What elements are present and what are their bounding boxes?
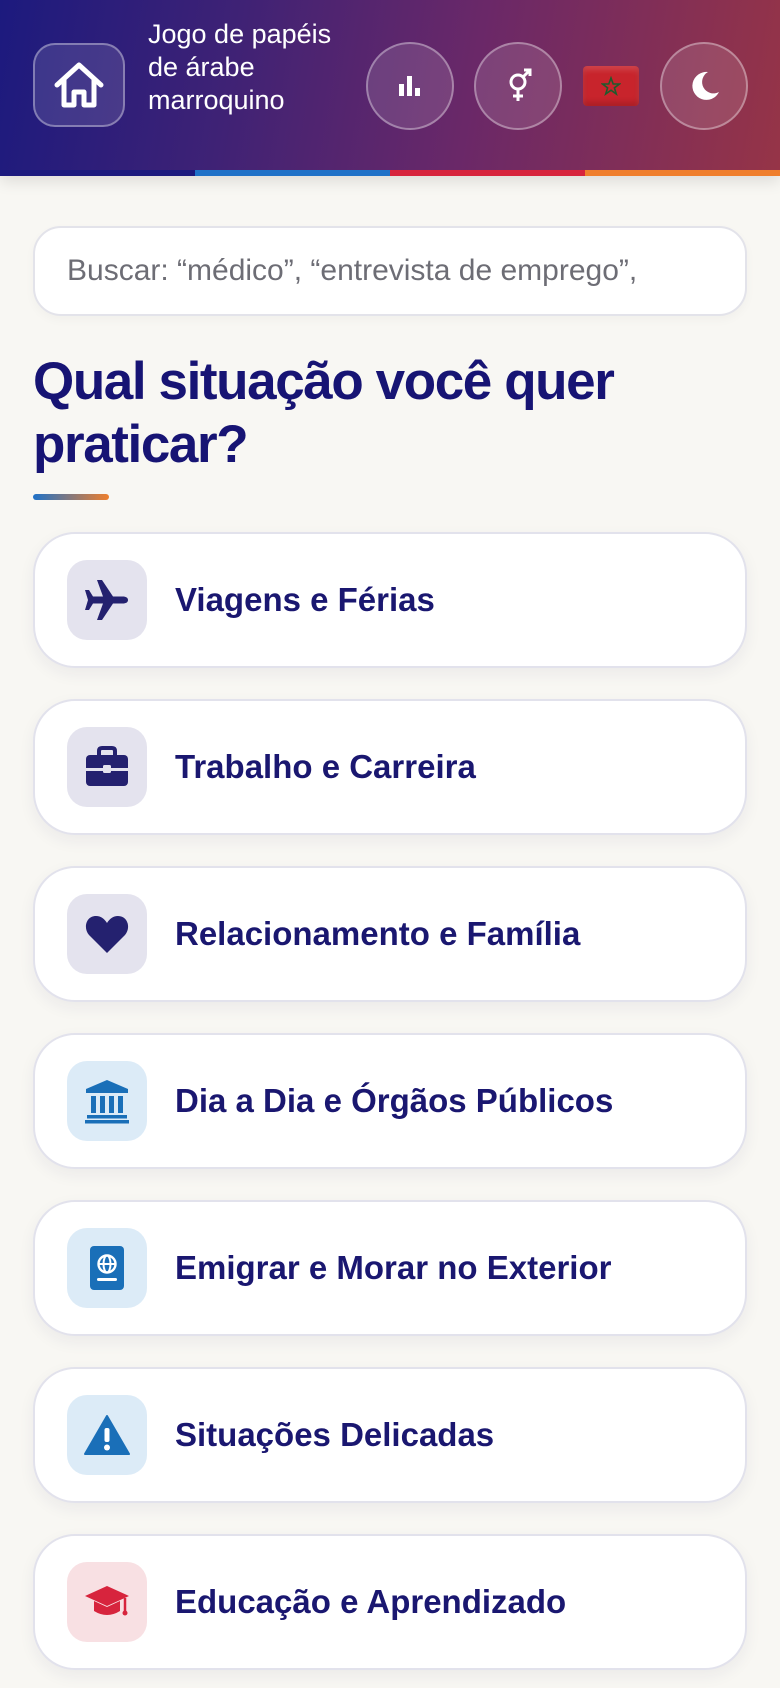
briefcase-icon <box>86 746 128 786</box>
category-label: Dia a Dia e Órgãos Públicos <box>175 1082 614 1119</box>
app-title: Jogo de papéis de árabe marroquino <box>148 19 332 115</box>
icon-box <box>67 1061 147 1141</box>
category-label: Situações Delicadas <box>175 1416 495 1453</box>
airplane-icon <box>85 580 128 620</box>
theme-toggle-button[interactable] <box>660 42 748 130</box>
gender-button[interactable] <box>474 42 562 130</box>
warning-icon <box>84 1415 130 1455</box>
icon-box <box>67 1562 147 1642</box>
icon-box <box>67 727 147 807</box>
icon-box <box>67 894 147 974</box>
category-card-emigrate[interactable]: Emigrar e Morar no Exterior <box>33 1200 747 1336</box>
category-card-education[interactable]: Educação e Aprendizado <box>33 1534 747 1670</box>
category-card-work[interactable]: Trabalho e Carreira <box>33 699 747 835</box>
icon-box <box>67 1395 147 1475</box>
passport-icon <box>90 1246 124 1290</box>
category-label: Emigrar e Morar no Exterior <box>175 1249 612 1286</box>
graduation-cap-icon <box>85 1586 129 1616</box>
home-icon <box>54 62 104 108</box>
category-card-travel[interactable]: Viagens e Férias <box>33 532 747 668</box>
heart-icon <box>85 916 129 953</box>
category-card-delicate-situations[interactable]: Situações Delicadas <box>33 1367 747 1503</box>
category-card-relationships[interactable]: Relacionamento e Família <box>33 866 747 1002</box>
search-input[interactable] <box>33 226 747 316</box>
category-card-daily-life[interactable]: Dia a Dia e Órgãos Públicos <box>33 1033 747 1169</box>
morocco-flag-icon[interactable] <box>583 66 639 106</box>
bar-chart-icon <box>399 76 420 96</box>
category-label: Educação e Aprendizado <box>175 1583 567 1620</box>
page-title: Qual situação você quer praticar? <box>33 352 615 474</box>
title-underline <box>33 494 109 500</box>
icon-box <box>67 560 147 640</box>
stats-button[interactable] <box>366 42 454 130</box>
header-color-stripes <box>0 170 780 176</box>
app-header: Jogo de papéis de árabe marroquino <box>0 0 780 176</box>
category-label: Relacionamento e Família <box>175 915 581 952</box>
moon-icon <box>692 71 719 100</box>
home-button[interactable] <box>33 43 125 127</box>
government-building-icon <box>85 1080 129 1124</box>
category-label: Trabalho e Carreira <box>175 748 476 785</box>
gender-icon <box>509 68 532 101</box>
category-label: Viagens e Férias <box>175 581 435 618</box>
icon-box <box>67 1228 147 1308</box>
